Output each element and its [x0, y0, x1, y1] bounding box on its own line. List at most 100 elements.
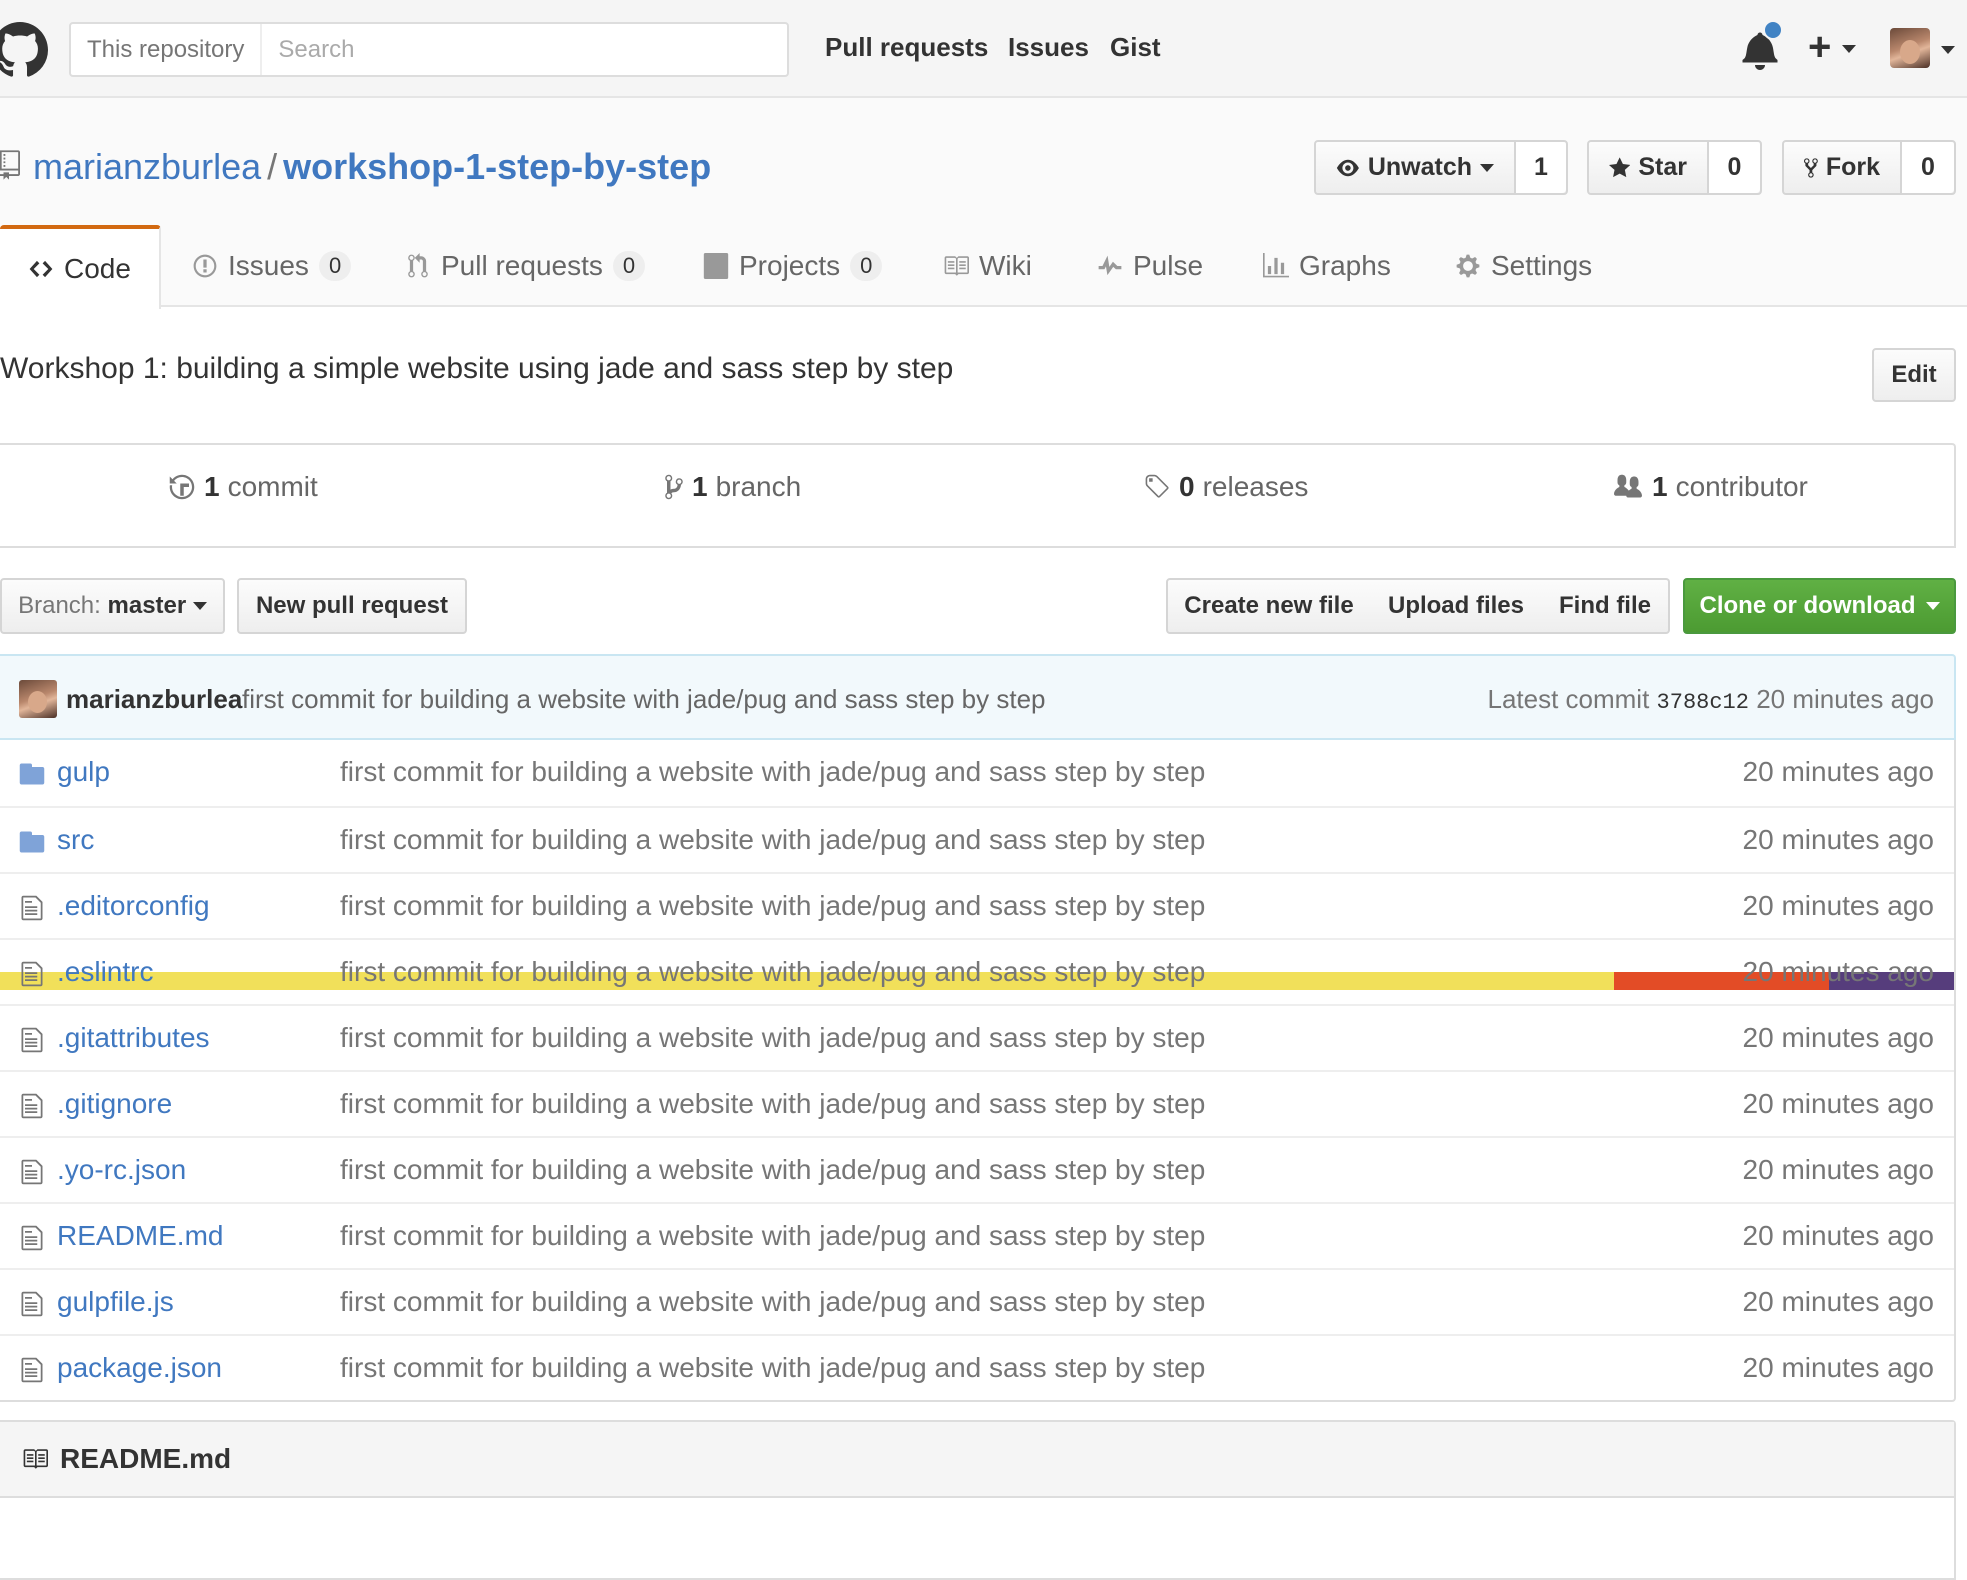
chevron-down-icon[interactable]: [1941, 46, 1955, 54]
star-icon: [1609, 156, 1631, 177]
repo-owner-link[interactable]: marianzburlea: [33, 146, 261, 187]
file-name-link[interactable]: .editorconfig: [57, 890, 210, 922]
branch-icon: [665, 474, 683, 500]
clone-label: Clone or download: [1699, 592, 1916, 619]
forks-count[interactable]: 0: [1902, 142, 1954, 193]
book-icon: [23, 1449, 48, 1469]
file-name-link[interactable]: gulp: [57, 756, 110, 788]
create-new-dropdown[interactable]: +: [1808, 22, 1857, 72]
stargazers-count[interactable]: 0: [1709, 142, 1760, 193]
commits-link[interactable]: 1 commit: [168, 471, 318, 503]
file-list: gulp first commit for building a website …: [0, 740, 1956, 1402]
repo-header: marianzburlea / workshop-1-step-by-step Un…: [0, 98, 1967, 309]
file-commit-message[interactable]: first commit for building a website with…: [340, 1352, 1205, 1384]
pull-request-icon: [408, 253, 428, 278]
find-file-button[interactable]: Find file: [1542, 578, 1670, 634]
nav-issues[interactable]: Issues: [1008, 32, 1089, 63]
repo-name-link[interactable]: workshop-1-step-by-step: [283, 146, 711, 187]
chevron-down-icon: [1480, 163, 1494, 172]
tab-graphs[interactable]: Graphs: [1263, 225, 1391, 307]
tab-wiki[interactable]: Wiki: [943, 225, 1032, 307]
chevron-down-icon: [1925, 602, 1940, 610]
edit-description-button[interactable]: Edit: [1872, 348, 1956, 402]
branch-select[interactable]: Branch: master: [0, 578, 225, 634]
file-name-link[interactable]: .gitignore: [57, 1088, 172, 1120]
tab-issues[interactable]: Issues 0: [192, 225, 352, 307]
commit-sha[interactable]: 3788c12: [1657, 690, 1749, 715]
file-name-link[interactable]: .yo-rc.json: [57, 1154, 186, 1186]
watchers-count[interactable]: 1: [1516, 142, 1566, 193]
numbers-summary: 1 commit 1 branch 0 releases 1 contribut…: [0, 443, 1956, 990]
tab-label: Code: [64, 253, 131, 284]
file-commit-age: 20 minutes ago: [1742, 1088, 1934, 1119]
star-label: Star: [1638, 153, 1687, 181]
search-input[interactable]: [262, 24, 787, 75]
file-commit-message[interactable]: first commit for building a website with…: [340, 890, 1205, 922]
github-logo-icon[interactable]: [0, 22, 48, 78]
user-avatar[interactable]: [1890, 28, 1930, 68]
upload-files-button[interactable]: Upload files: [1370, 578, 1544, 634]
tab-label: Projects: [739, 250, 841, 281]
star-button[interactable]: Star: [1589, 142, 1709, 193]
file-name-link[interactable]: .gitattributes: [57, 1022, 210, 1054]
file-commit-age: 20 minutes ago: [1742, 890, 1934, 921]
tab-projects[interactable]: Projects 0: [703, 225, 883, 307]
clone-or-download-button[interactable]: Clone or download: [1683, 578, 1956, 634]
file-row: .eslintrc first commit for building a web…: [0, 938, 1954, 1004]
nav-gist[interactable]: Gist: [1110, 32, 1161, 63]
tag-icon: [1145, 474, 1169, 498]
file-commit-message[interactable]: first commit for building a website with…: [340, 1154, 1205, 1186]
gear-icon: [1456, 254, 1480, 278]
people-icon: [1614, 474, 1642, 498]
repo-title-separator: /: [267, 146, 278, 187]
tab-settings[interactable]: Settings: [1455, 225, 1592, 307]
latest-commit-bar: marianzburlea first commit for building …: [0, 654, 1956, 740]
tab-label: Issues: [228, 250, 309, 281]
pulse-icon: [1098, 255, 1122, 276]
file-name-link[interactable]: README.md: [57, 1220, 223, 1252]
file-name-link[interactable]: src: [57, 824, 94, 856]
branch-prefix: Branch:: [18, 592, 101, 619]
file-name-link[interactable]: gulpfile.js: [57, 1286, 174, 1318]
site-header: This repository Pull requests Issues Gis…: [0, 0, 1967, 98]
new-pull-request-button[interactable]: New pull request: [237, 578, 467, 634]
file-commit-age: 20 minutes ago: [1742, 956, 1934, 987]
file-commit-message[interactable]: first commit for building a website with…: [340, 956, 1205, 988]
file-commit-message[interactable]: first commit for building a website with…: [340, 1022, 1205, 1054]
unwatch-button[interactable]: Unwatch: [1316, 142, 1516, 193]
file-commit-age: 20 minutes ago: [1742, 824, 1934, 855]
branches-link[interactable]: 1 branch: [664, 471, 801, 503]
fork-button[interactable]: Fork: [1784, 142, 1902, 193]
file-row: .editorconfig first commit for building a…: [0, 872, 1954, 938]
commit-label: commit: [227, 471, 318, 502]
commit-author[interactable]: marianzburlea: [66, 684, 242, 715]
code-icon: [29, 260, 53, 278]
file-row: src first commit for building a website w…: [0, 806, 1954, 872]
commit-message[interactable]: first commit for building a website with…: [242, 684, 1046, 715]
file-commit-message[interactable]: first commit for building a website with…: [340, 1220, 1205, 1252]
create-new-file-button[interactable]: Create new file: [1166, 578, 1372, 634]
commit-author-avatar[interactable]: [19, 680, 57, 718]
file-icon: [21, 1159, 43, 1185]
plus-icon: +: [1808, 25, 1832, 69]
file-commit-message[interactable]: first commit for building a website with…: [340, 824, 1205, 856]
file-row: .yo-rc.json first commit for building a w…: [0, 1136, 1954, 1202]
file-row: package.json first commit for building a …: [0, 1334, 1954, 1400]
tab-code[interactable]: Code: [0, 225, 161, 309]
tab-pull-requests[interactable]: Pull requests 0: [405, 225, 646, 307]
file-icon: [21, 1093, 43, 1119]
folder-icon: [19, 763, 45, 785]
file-name-link[interactable]: .eslintrc: [57, 956, 153, 988]
file-commit-message[interactable]: first commit for building a website with…: [340, 1088, 1205, 1120]
file-icon: [21, 1291, 43, 1317]
nav-pull-requests[interactable]: Pull requests: [825, 32, 988, 63]
folder-icon: [19, 831, 45, 853]
tab-pulse[interactable]: Pulse: [1097, 225, 1203, 307]
file-icon: [21, 961, 43, 987]
commit-age: 20 minutes ago: [1756, 684, 1934, 714]
file-commit-message[interactable]: first commit for building a website with…: [340, 756, 1205, 788]
file-commit-message[interactable]: first commit for building a website with…: [340, 1286, 1205, 1318]
contributors-link[interactable]: 1 contributor: [1612, 471, 1808, 503]
releases-link[interactable]: 0 releases: [1143, 471, 1308, 503]
file-name-link[interactable]: package.json: [57, 1352, 222, 1384]
